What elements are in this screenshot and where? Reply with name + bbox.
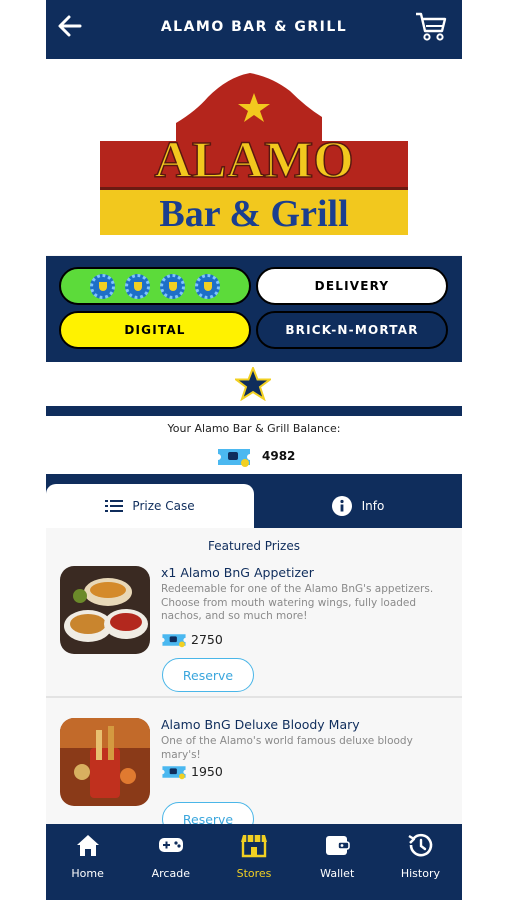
- nav-history-label: History: [400, 867, 440, 880]
- logo-line1: ALAMO: [154, 132, 353, 189]
- balance-section: Your Alamo Bar & Grill Balance: 4982: [46, 416, 462, 474]
- featured-prizes-heading: Featured Prizes: [207, 539, 300, 553]
- appetizer-photo: [60, 566, 150, 654]
- history-icon: [408, 833, 433, 857]
- store-tags-panel: DELIVERY DIGITAL BRICK-N-MORTAR: [46, 256, 462, 362]
- divider-bar: [46, 406, 462, 416]
- trophy-token-icon: [195, 273, 220, 299]
- prize-card: x1 Alamo BnG Appetizer Redeemable for on…: [46, 562, 462, 698]
- reserve-button[interactable]: Reserve: [162, 658, 254, 692]
- shopping-cart-icon[interactable]: [414, 9, 448, 43]
- ticket-icon: [218, 449, 250, 467]
- digital-pill: DIGITAL: [59, 311, 251, 349]
- tab-info-label: Info: [361, 499, 385, 513]
- tab-info[interactable]: Info: [254, 484, 462, 528]
- prize-cost: 1950: [191, 764, 223, 779]
- prize-list[interactable]: Featured Prizes x1 Alamo BnG Appetizer R…: [46, 528, 462, 824]
- balance-value: 4982: [262, 449, 296, 463]
- trophy-token-icon: [90, 273, 115, 299]
- prize-description: Redeemable for one of the Alamo BnG's ap…: [161, 583, 434, 622]
- tab-bar: Prize Case Info: [46, 474, 462, 528]
- nav-arcade-label: Arcade: [151, 867, 190, 880]
- tab-prize-case-label: Prize Case: [132, 499, 195, 513]
- rewards-pill: [59, 267, 251, 305]
- store-icon: [241, 835, 267, 858]
- nav-wallet-label: Wallet: [320, 867, 355, 880]
- top-bar: ALAMO BAR & GRILL: [46, 0, 462, 59]
- prize-cost: 2750: [191, 632, 223, 647]
- trophy-token-icon: [125, 273, 150, 299]
- logo-line2: Bar & Grill: [159, 193, 348, 235]
- wallet-icon: [326, 836, 351, 855]
- list-icon: [105, 500, 124, 512]
- gamepad-icon: [158, 838, 183, 852]
- tab-prize-case[interactable]: Prize Case: [46, 484, 254, 528]
- bloody-mary-photo: [60, 718, 150, 806]
- prize-name: x1 Alamo BnG Appetizer: [161, 565, 314, 580]
- star-icon: [235, 367, 271, 401]
- bottom-navigation: Home Arcade Stores Wallet History: [46, 824, 462, 900]
- page-title: ALAMO BAR & GRILL: [160, 19, 348, 35]
- nav-wallet[interactable]: Wallet: [296, 824, 379, 900]
- app-screen: ALAMO BAR & GRILL ALAMO Bar & Grill DELI…: [46, 0, 462, 900]
- delivery-pill: DELIVERY: [256, 267, 448, 305]
- store-logo-area: ALAMO Bar & Grill: [46, 59, 462, 255]
- ticket-icon: [162, 634, 186, 648]
- brick-n-mortar-pill: BRICK-N-MORTAR: [256, 311, 448, 349]
- trophy-token-icon: [160, 273, 185, 299]
- nav-home-label: Home: [71, 867, 104, 880]
- prize-description: One of the Alamo's world famous deluxe b…: [161, 735, 413, 761]
- info-icon: [331, 496, 352, 516]
- nav-stores[interactable]: Stores: [212, 824, 295, 900]
- alamo-logo: ALAMO Bar & Grill: [100, 73, 408, 235]
- prize-name: Alamo BnG Deluxe Bloody Mary: [161, 717, 360, 732]
- nav-arcade[interactable]: Arcade: [129, 824, 212, 900]
- nav-home[interactable]: Home: [46, 824, 129, 900]
- home-icon: [76, 835, 99, 856]
- prize-card: Alamo BnG Deluxe Bloody Mary One of the …: [46, 714, 462, 824]
- balance-label: Your Alamo Bar & Grill Balance:: [167, 422, 341, 435]
- reserve-button[interactable]: Reserve: [162, 802, 254, 824]
- nav-stores-label: Stores: [236, 867, 272, 880]
- nav-history[interactable]: History: [379, 824, 462, 900]
- star-divider: [46, 362, 462, 406]
- ticket-icon: [162, 766, 186, 780]
